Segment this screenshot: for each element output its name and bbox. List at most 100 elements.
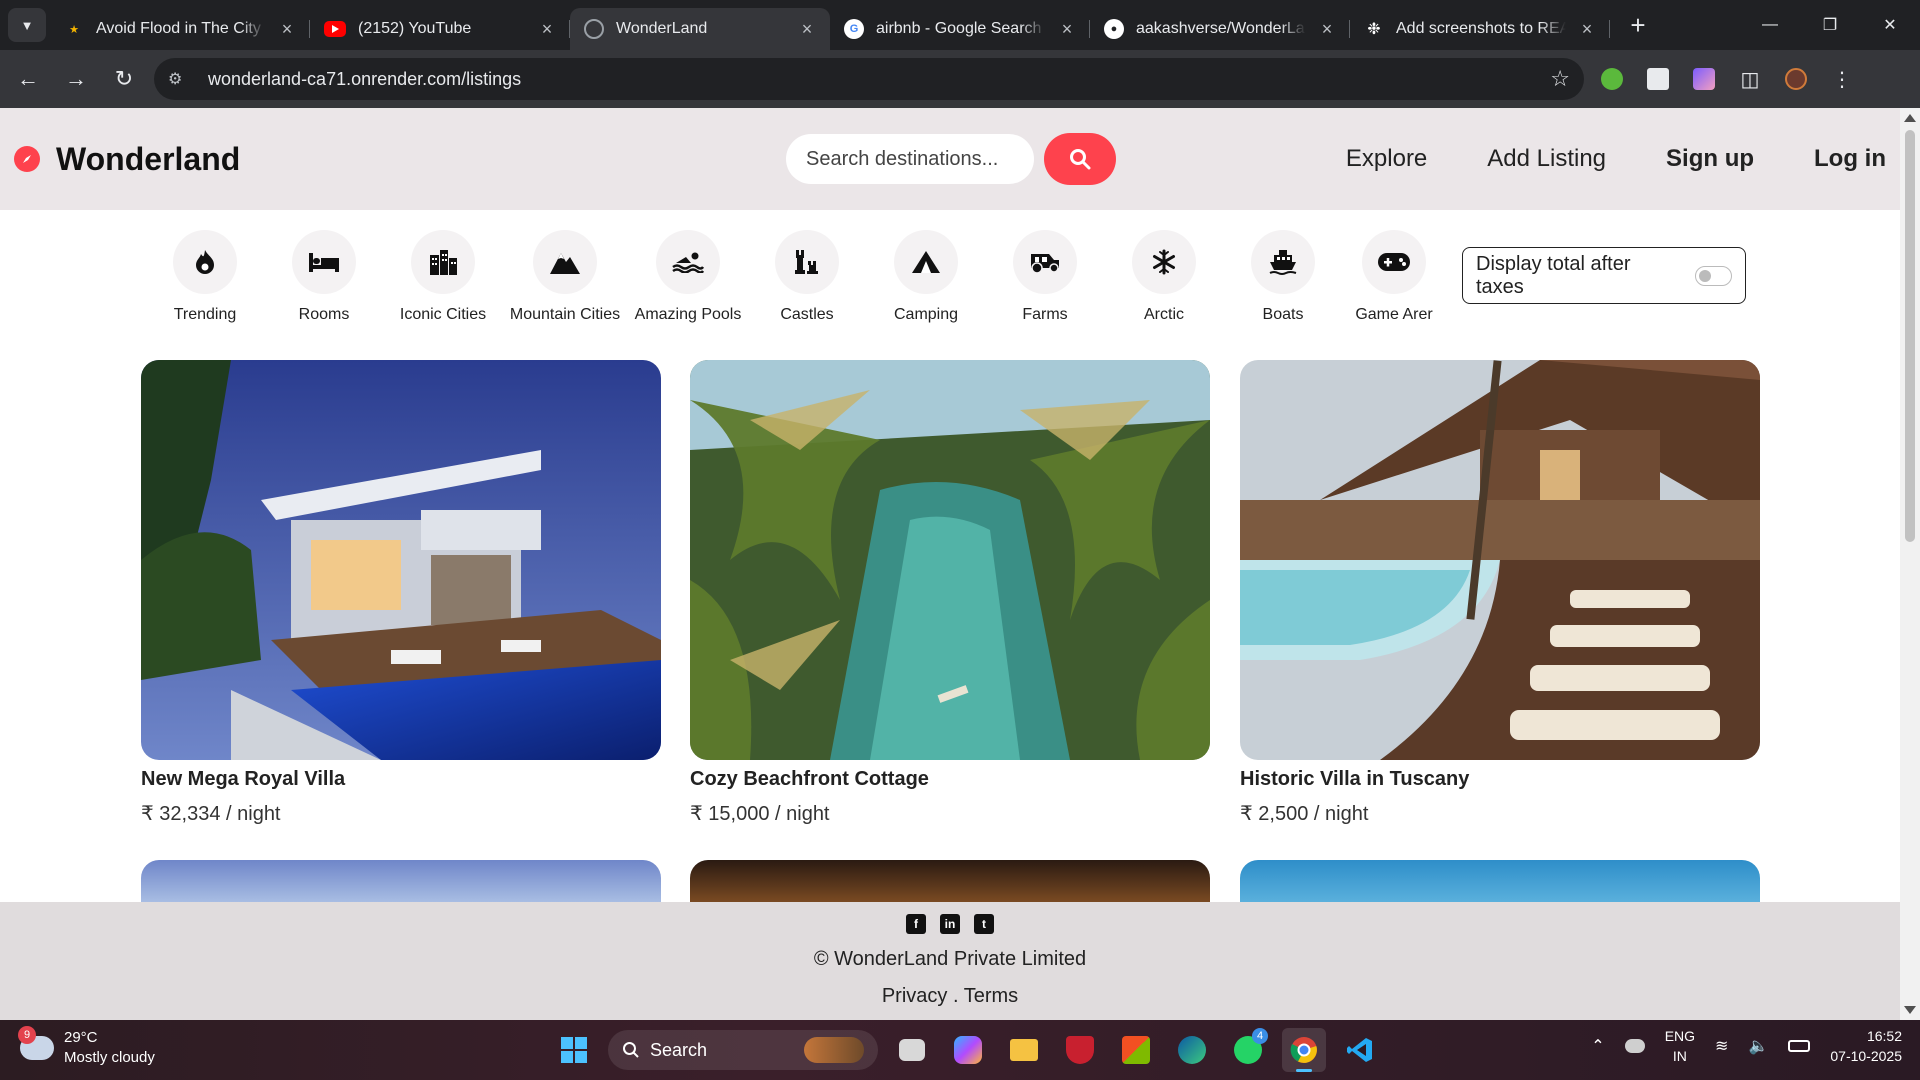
- file-explorer-icon[interactable]: [1002, 1028, 1046, 1072]
- close-tab-icon[interactable]: ×: [1058, 19, 1076, 40]
- close-tab-icon[interactable]: ×: [538, 19, 556, 40]
- filter-amazing-pools[interactable]: Amazing Pools: [628, 230, 748, 324]
- listing-card[interactable]: Historic Villa in Tuscany ₹ 2,500 / nigh…: [1240, 360, 1760, 826]
- listing-title[interactable]: Historic Villa in Tuscany: [1240, 768, 1760, 791]
- page-scrollbar[interactable]: [1900, 108, 1920, 1020]
- vscode-icon[interactable]: [1338, 1028, 1382, 1072]
- new-tab-button[interactable]: +: [1620, 7, 1656, 43]
- close-tab-icon[interactable]: ×: [1578, 19, 1596, 40]
- brand-logo[interactable]: Wonderland: [14, 141, 654, 178]
- filter-castles[interactable]: Castles: [747, 230, 867, 324]
- task-view-icon[interactable]: [890, 1028, 934, 1072]
- filter-mountain-cities[interactable]: Mountain Cities: [505, 230, 625, 324]
- tab-search-chevron-icon[interactable]: ▼: [8, 8, 46, 42]
- chrome-icon[interactable]: [1282, 1028, 1326, 1072]
- battery-icon[interactable]: [1788, 1040, 1811, 1052]
- listing-image-tuscany[interactable]: [1240, 360, 1760, 760]
- wifi-icon[interactable]: ≋: [1715, 1036, 1728, 1056]
- clock-time: 16:52: [1866, 1028, 1902, 1044]
- copilot-icon[interactable]: [946, 1028, 990, 1072]
- minimize-icon[interactable]: —: [1740, 0, 1800, 50]
- listing-image-villa[interactable]: [141, 360, 661, 760]
- browser-tab[interactable]: G airbnb - Google Search ×: [830, 8, 1090, 50]
- facebook-icon[interactable]: f: [906, 914, 926, 934]
- nav-signup[interactable]: Sign up: [1666, 145, 1754, 173]
- nav-login[interactable]: Log in: [1814, 145, 1886, 173]
- close-tab-icon[interactable]: ×: [798, 19, 816, 40]
- footer-links[interactable]: Privacy . Terms: [882, 985, 1018, 1008]
- weather-widget[interactable]: 9 29°C Mostly cloudy: [18, 1026, 155, 1068]
- filter-iconic-cities[interactable]: Iconic Cities: [383, 230, 503, 324]
- windows-start-icon[interactable]: [552, 1028, 596, 1072]
- bookmark-star-icon[interactable]: ☆: [1550, 66, 1570, 92]
- compass-icon: [14, 146, 40, 172]
- site-info-icon[interactable]: ⚙: [168, 69, 196, 89]
- listing-image[interactable]: [690, 860, 1210, 902]
- address-bar[interactable]: ⚙ wonderland-ca71.onrender.com/listings …: [154, 58, 1584, 100]
- scroll-down-arrow-icon[interactable]: [1904, 1006, 1916, 1014]
- chrome-menu-icon[interactable]: ⋮: [1824, 61, 1860, 97]
- language-indicator[interactable]: ENG IN: [1665, 1026, 1695, 1066]
- reload-icon[interactable]: ↻: [104, 59, 144, 99]
- onedrive-icon[interactable]: [1624, 1039, 1645, 1053]
- filter-rooms[interactable]: Rooms: [264, 230, 384, 324]
- microsoft-store-icon[interactable]: [1114, 1028, 1158, 1072]
- extension-gradient-icon[interactable]: [1686, 61, 1722, 97]
- extension-chart-icon[interactable]: [1640, 61, 1676, 97]
- tax-toggle[interactable]: Display total after taxes: [1462, 247, 1746, 304]
- taskbar-search[interactable]: Search: [608, 1030, 878, 1070]
- listing-image[interactable]: [141, 860, 661, 902]
- filter-arctic[interactable]: Arctic: [1104, 230, 1224, 324]
- browser-tab[interactable]: ★ Avoid Flood in The City - Lu ×: [50, 8, 310, 50]
- scrollbar-thumb[interactable]: [1905, 130, 1915, 542]
- volume-icon[interactable]: 🔈: [1748, 1036, 1768, 1056]
- scroll-up-arrow-icon[interactable]: [1904, 114, 1916, 122]
- tab-title: (2152) YouTube: [358, 20, 472, 37]
- listing-title[interactable]: New Mega Royal Villa: [141, 768, 661, 791]
- flood-favicon-icon: ★: [69, 23, 79, 36]
- tax-switch[interactable]: [1694, 265, 1732, 286]
- listing-card[interactable]: New Mega Royal Villa ₹ 32,334 / night: [141, 360, 661, 826]
- browser-tab[interactable]: ● aakashverse/WonderLand: ×: [1090, 8, 1350, 50]
- snowflake-icon: [1132, 230, 1196, 294]
- listing-image-cottage[interactable]: [690, 360, 1210, 760]
- search-button[interactable]: [1044, 133, 1116, 185]
- twitter-icon[interactable]: t: [974, 914, 994, 934]
- close-window-icon[interactable]: ✕: [1860, 0, 1920, 50]
- filter-game-arena[interactable]: Game Arer: [1335, 230, 1453, 324]
- listing-card[interactable]: [690, 860, 1210, 902]
- listing-title[interactable]: Cozy Beachfront Cottage: [690, 768, 1210, 791]
- close-tab-icon[interactable]: ×: [1318, 19, 1336, 40]
- listing-image[interactable]: [1240, 860, 1760, 902]
- filter-farms[interactable]: Farms: [985, 230, 1105, 324]
- browser-tab[interactable]: (2152) YouTube ×: [310, 8, 570, 50]
- extension-green-icon[interactable]: [1594, 61, 1630, 97]
- listing-card[interactable]: Cozy Beachfront Cottage ₹ 15,000 / night: [690, 360, 1210, 826]
- filter-label: Castles: [780, 306, 834, 323]
- linkedin-icon[interactable]: in: [940, 914, 960, 934]
- back-arrow-icon[interactable]: ←: [8, 59, 48, 99]
- search-input[interactable]: [786, 134, 1034, 184]
- mcafee-icon[interactable]: [1058, 1028, 1102, 1072]
- filter-boats[interactable]: Boats: [1223, 230, 1343, 324]
- url-text[interactable]: wonderland-ca71.onrender.com/listings: [208, 69, 1550, 90]
- browser-tab[interactable]: ❉ Add screenshots to READM ×: [1350, 8, 1610, 50]
- extensions-puzzle-icon[interactable]: ◫: [1732, 61, 1768, 97]
- filter-camping[interactable]: Camping: [866, 230, 986, 324]
- nav-add-listing[interactable]: Add Listing: [1487, 145, 1606, 173]
- listing-card[interactable]: [1240, 860, 1760, 902]
- active-app-indicator: [1296, 1069, 1312, 1072]
- tax-toggle-label: Display total after taxes: [1476, 252, 1631, 298]
- whatsapp-icon[interactable]: 4: [1226, 1028, 1270, 1072]
- browser-tab-active[interactable]: WonderLand ×: [570, 8, 830, 50]
- nav-explore[interactable]: Explore: [1346, 145, 1427, 173]
- system-clock[interactable]: 16:52 07-10-2025: [1830, 1026, 1902, 1066]
- listing-card[interactable]: [141, 860, 661, 902]
- restore-icon[interactable]: ❐: [1800, 0, 1860, 50]
- profile-avatar[interactable]: [1778, 61, 1814, 97]
- close-tab-icon[interactable]: ×: [278, 19, 296, 40]
- edge-icon[interactable]: [1170, 1028, 1214, 1072]
- filter-trending[interactable]: Trending: [145, 230, 265, 324]
- chevron-up-icon[interactable]: ⌃: [1591, 1036, 1604, 1056]
- forward-arrow-icon[interactable]: →: [56, 59, 96, 99]
